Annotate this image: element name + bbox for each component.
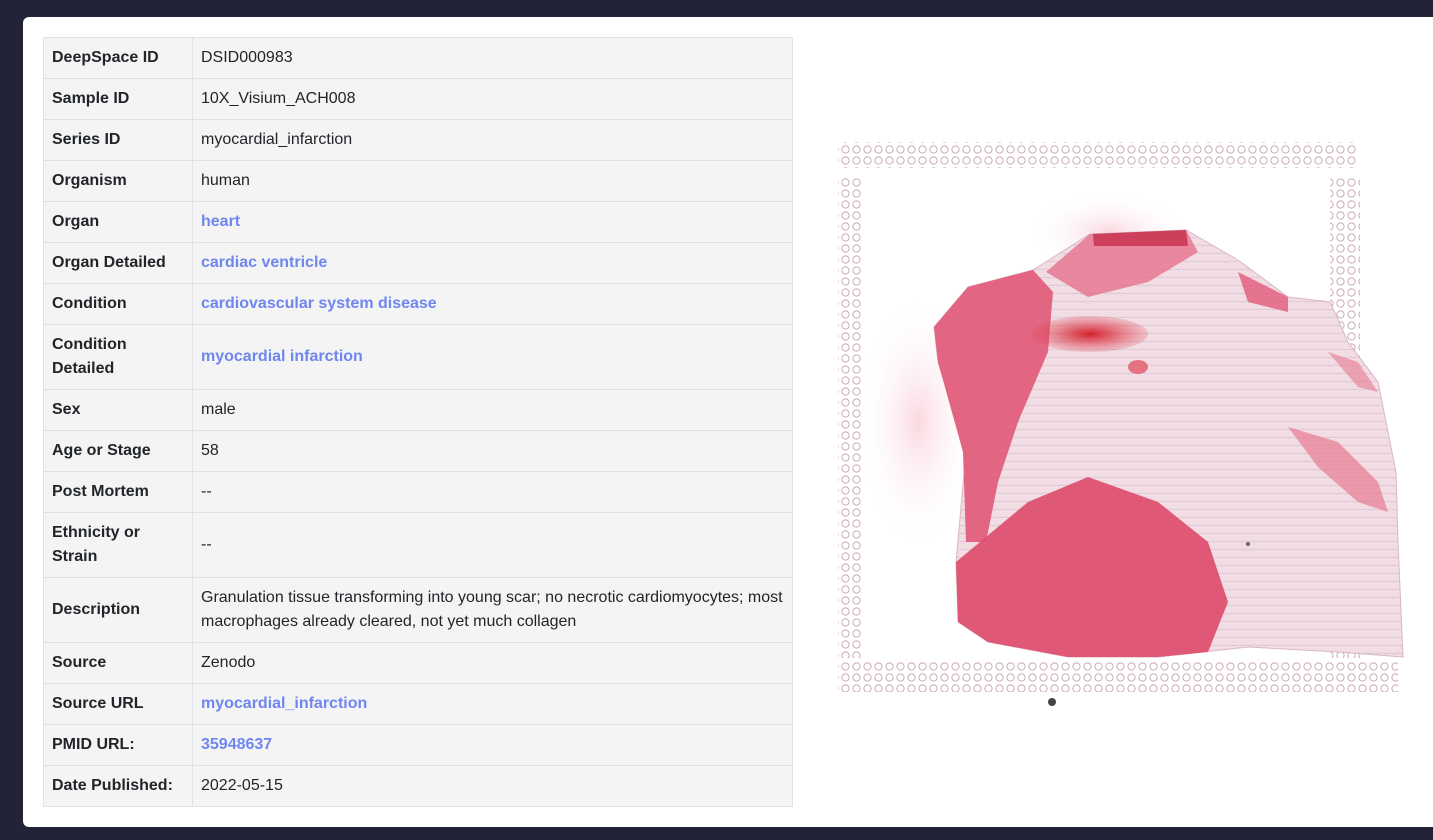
organ-link[interactable]: heart (201, 213, 240, 230)
condition-detailed-link[interactable]: myocardial infarction (201, 348, 363, 365)
table-row: Series ID myocardial_infarction (43, 119, 793, 161)
row-label: Organ Detailed (43, 242, 193, 284)
table-row: Sex male (43, 389, 793, 431)
row-label: Age or Stage (43, 430, 193, 472)
row-label: Description (43, 577, 193, 643)
table-row: Source Zenodo (43, 642, 793, 684)
table-row: Post Mortem -- (43, 471, 793, 513)
row-label: Sample ID (43, 78, 193, 120)
table-row: Ethnicity or Strain -- (43, 512, 793, 578)
row-label: DeepSpace ID (43, 37, 193, 79)
table-row: Sample ID 10X_Visium_ACH008 (43, 78, 793, 120)
row-value: Granulation tissue transforming into you… (192, 577, 793, 643)
table-row: Organ heart (43, 201, 793, 243)
tissue-histology-image (818, 122, 1418, 722)
row-label: Organ (43, 201, 193, 243)
row-value: male (192, 389, 793, 431)
metadata-table: DeepSpace ID DSID000983 Sample ID 10X_Vi… (43, 37, 793, 807)
row-label: PMID URL: (43, 724, 193, 766)
table-row: DeepSpace ID DSID000983 (43, 37, 793, 79)
row-label: Condition (43, 283, 193, 325)
row-label: Sex (43, 389, 193, 431)
table-row: Organ Detailed cardiac ventricle (43, 242, 793, 284)
source-url-link[interactable]: myocardial_infarction (201, 695, 367, 712)
row-label: Ethnicity or Strain (43, 512, 193, 578)
pmid-link[interactable]: 35948637 (201, 736, 272, 753)
table-row: PMID URL: 35948637 (43, 724, 793, 766)
row-value: myocardial_infarction (192, 119, 793, 161)
row-label: Post Mortem (43, 471, 193, 513)
row-value: -- (192, 471, 793, 513)
table-row: Description Granulation tissue transform… (43, 577, 793, 643)
row-label: Source (43, 642, 193, 684)
table-row: Organism human (43, 160, 793, 202)
row-value: 10X_Visium_ACH008 (192, 78, 793, 120)
table-row: Date Published: 2022-05-15 (43, 765, 793, 807)
table-row: Source URL myocardial_infarction (43, 683, 793, 725)
row-value: DSID000983 (192, 37, 793, 79)
row-label: Date Published: (43, 765, 193, 807)
row-label: Series ID (43, 119, 193, 161)
sample-detail-card: DeepSpace ID DSID000983 Sample ID 10X_Vi… (23, 17, 1433, 827)
row-value: human (192, 160, 793, 202)
condition-link[interactable]: cardiovascular system disease (201, 295, 437, 312)
row-label: Organism (43, 160, 193, 202)
row-value: 2022-05-15 (192, 765, 793, 807)
tissue-section-graphic (818, 122, 1418, 722)
row-value: Zenodo (192, 642, 793, 684)
row-label: Condition Detailed (43, 324, 193, 390)
row-value: -- (192, 512, 793, 578)
table-row: Condition Detailed myocardial infarction (43, 324, 793, 390)
table-row: Condition cardiovascular system disease (43, 283, 793, 325)
organ-detailed-link[interactable]: cardiac ventricle (201, 254, 327, 271)
row-label: Source URL (43, 683, 193, 725)
row-value: 58 (192, 430, 793, 472)
table-row: Age or Stage 58 (43, 430, 793, 472)
